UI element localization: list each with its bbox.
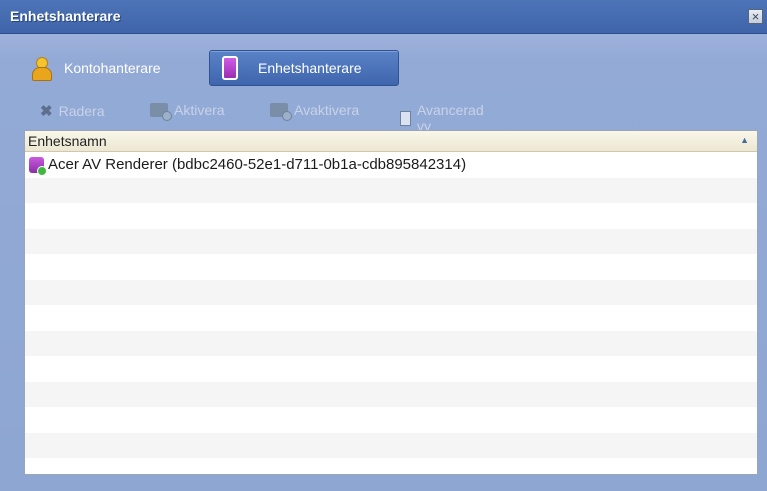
tab-device-manager[interactable]: Enhetshanterare	[209, 50, 399, 86]
close-button[interactable]: ×	[748, 9, 763, 24]
column-header-device-name[interactable]: Enhetsnamn ▲	[25, 131, 757, 152]
deactivate-button[interactable]: Avaktivera	[270, 102, 359, 121]
device-name: Acer AV Renderer (bdbc2460-52e1-d711-0b1…	[48, 156, 467, 173]
tab-label: Enhetshanterare	[258, 60, 362, 76]
empty-row	[25, 356, 757, 382]
deactivate-device-icon	[270, 103, 292, 121]
device-active-icon	[29, 156, 47, 176]
user-icon	[30, 55, 52, 81]
activate-device-icon	[150, 103, 172, 121]
empty-row	[25, 203, 757, 229]
title-bar: Enhetshanterare ×	[0, 0, 767, 34]
empty-row	[25, 330, 757, 356]
empty-row	[25, 228, 757, 254]
tab-account-manager[interactable]: Kontohanterare	[30, 50, 161, 86]
sort-ascending-icon[interactable]: ▲	[740, 135, 749, 145]
table-row[interactable]: Acer AV Renderer (bdbc2460-52e1-d711-0b1…	[25, 152, 757, 178]
device-icon	[222, 56, 238, 80]
delete-button[interactable]: ✖ Radera	[40, 102, 105, 120]
activate-button[interactable]: Aktivera	[150, 102, 225, 121]
empty-row	[25, 432, 757, 458]
delete-icon: ✖	[40, 103, 53, 120]
empty-row	[25, 305, 757, 331]
tab-label: Kontohanterare	[64, 60, 161, 76]
rows: Acer AV Renderer (bdbc2460-52e1-d711-0b1…	[25, 152, 757, 474]
empty-row	[25, 381, 757, 407]
device-manager-window: Enhetshanterare × Kontohanterare Enhetsh…	[0, 0, 767, 491]
empty-row	[25, 254, 757, 280]
empty-row	[25, 458, 757, 474]
document-icon	[400, 110, 411, 126]
empty-row	[25, 279, 757, 305]
empty-row	[25, 177, 757, 203]
empty-row	[25, 407, 757, 433]
device-list: Enhetsnamn ▲ Acer AV Renderer (bdbc2460-…	[24, 130, 758, 475]
window-title: Enhetshanterare	[10, 8, 121, 24]
